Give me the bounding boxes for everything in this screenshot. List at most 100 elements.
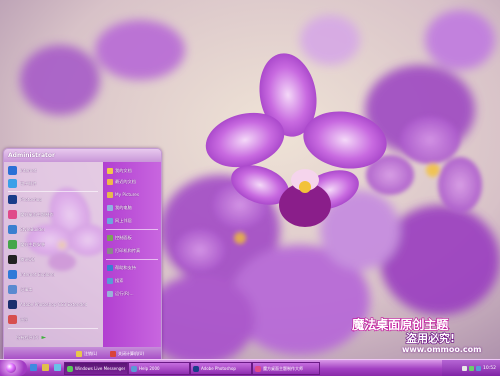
network-icon (107, 217, 113, 224)
notepad-icon (8, 285, 17, 294)
user-name: Administrator (4, 149, 161, 162)
messenger-icon (67, 365, 73, 372)
menu-item-label: StyleBuilder (20, 227, 46, 232)
start-orb-icon (6, 363, 16, 373)
photoshop-task-icon (193, 365, 199, 372)
task-label: Adobe Photoshop (201, 366, 236, 371)
theme-task-icon (255, 365, 261, 372)
taskbar: Windows Live Messenger Help 2000 Adobe P… (0, 359, 500, 376)
menu-item-label: 打印机和传真 (115, 247, 141, 253)
menu-item-label: 帮助和支持 (115, 264, 136, 270)
computer-icon (107, 204, 113, 211)
all-programs-button[interactable]: 所有程序(P) ► (8, 332, 100, 343)
system-tray: 10:52 (442, 360, 500, 376)
menu-item-label: 运行(R)... (115, 290, 134, 296)
menu-item-label: 搜索 (115, 277, 124, 283)
all-programs-label: 所有程序(P) (16, 334, 39, 340)
divider (8, 191, 98, 192)
logoff-label: 注销(L) (84, 350, 98, 356)
places-panel: 我的文档 最近的文档 My Pictures 我的电脑 网上邻居 控制面板 打印… (103, 162, 161, 347)
menu-item-label: Photoshop (20, 197, 43, 202)
menu-item-search[interactable]: 搜索 (107, 275, 159, 286)
photoshop-icon (8, 195, 17, 204)
menu-item-qq[interactable]: 腾讯QQ (8, 254, 100, 265)
menu-item-email[interactable]: 电子邮件 (8, 178, 100, 189)
taskbar-button-messenger[interactable]: Windows Live Messenger (64, 362, 128, 375)
qq-icon (8, 255, 17, 264)
menu-item-label: 网上邻居 (115, 217, 132, 223)
menu-item-printers[interactable]: 打印机和传真 (107, 245, 159, 256)
taskbar-button-photoshop[interactable]: Adobe Photoshop (190, 362, 252, 375)
install-icon (8, 240, 17, 249)
menu-item-theme-maker[interactable]: 魔方桌面主题制作 (8, 209, 100, 220)
paint-icon (8, 315, 17, 324)
documents-icon (107, 167, 113, 174)
menu-item-paint[interactable]: 画图 (8, 314, 100, 325)
menu-item-internet-explorer[interactable]: Internet Explorer (8, 269, 100, 280)
show-desktop-icon[interactable] (42, 364, 49, 371)
watermark-url: www.ommoo.com (402, 345, 482, 354)
menu-item-label: 记事本 (20, 286, 33, 292)
printer-icon (107, 247, 113, 254)
power-icon (110, 350, 116, 357)
menu-item-label: 画图 (20, 316, 29, 322)
search-icon (107, 277, 113, 284)
menu-item-my-documents[interactable]: 我的文档 (107, 165, 159, 176)
menu-item-label: 魔方桌面主题制作 (20, 211, 54, 217)
menu-item-my-pictures[interactable]: My Pictures (107, 189, 159, 200)
browser-icon[interactable] (30, 364, 37, 371)
logoff-icon (76, 350, 82, 357)
start-menu: Administrator Internet 电子邮件 Photoshop 魔方… (3, 148, 162, 361)
menu-item-label: 控制面板 (115, 234, 132, 240)
network-tray-icon[interactable] (469, 365, 475, 371)
divider (106, 259, 158, 260)
menu-item-label: 我的电脑 (115, 204, 132, 210)
watermark-subtitle: 盗用必究! (405, 331, 456, 345)
menu-item-run[interactable]: 运行(R)... (107, 288, 159, 299)
task-label: Windows Live Messenger (75, 366, 126, 371)
help-icon (107, 264, 113, 271)
recent-docs-icon (107, 178, 113, 185)
menu-item-label: 我的文档 (115, 167, 132, 173)
menu-item-label: Internet Explorer (20, 272, 56, 277)
mail-icon (8, 179, 17, 188)
menu-item-photoshop-cs3[interactable]: Adobe Photoshop CS3 Extended (8, 299, 100, 310)
menu-item-control-panel[interactable]: 控制面板 (107, 232, 159, 243)
media-player-icon[interactable] (54, 364, 61, 371)
menu-item-network[interactable]: 网上邻居 (107, 215, 159, 226)
run-icon (107, 290, 113, 297)
start-button[interactable] (0, 360, 27, 376)
divider (106, 229, 158, 230)
stylebuilder-icon (8, 225, 17, 234)
menu-item-stylebuilder[interactable]: StyleBuilder (8, 224, 100, 235)
logoff-button[interactable]: 注销(L) (76, 349, 97, 358)
menu-item-recent-documents[interactable]: 最近的文档 (107, 176, 159, 187)
menu-item-my-computer[interactable]: 我的电脑 (107, 202, 159, 213)
shutdown-label: 关闭计算机(U) (118, 350, 145, 356)
task-label: 魔方桌面主题制作大师 (263, 365, 303, 371)
menu-item-label: 电子邮件 (20, 180, 37, 186)
volume-icon[interactable] (462, 365, 468, 371)
clock[interactable]: 10:52 (483, 366, 496, 371)
divider (8, 328, 98, 329)
menu-item-label: 最近的文档 (115, 178, 136, 184)
menu-item-notepad[interactable]: 记事本 (8, 284, 100, 295)
messenger-tray-icon[interactable] (476, 365, 482, 371)
menu-item-internet[interactable]: Internet (8, 165, 100, 176)
taskbar-button-help[interactable]: Help 2000 (128, 362, 190, 375)
pinned-programs-panel: Internet 电子邮件 Photoshop 魔方桌面主题制作 StyleBu… (4, 162, 103, 347)
menu-item-label: Internet (20, 168, 37, 173)
menu-item-help[interactable]: 帮助和支持 (107, 262, 159, 273)
menu-item-theme-install[interactable]: 魔方主题安装 (8, 239, 100, 250)
menu-item-label: My Pictures (115, 192, 140, 197)
control-panel-icon (107, 234, 113, 241)
shutdown-button[interactable]: 关闭计算机(U) (110, 349, 144, 358)
ie-icon (8, 270, 17, 279)
taskbar-button-theme-maker[interactable]: 魔方桌面主题制作大师 (252, 362, 320, 375)
help-window-icon (131, 365, 137, 372)
menu-item-photoshop[interactable]: Photoshop (8, 194, 100, 205)
theme-icon (8, 210, 17, 219)
task-label: Help 2000 (139, 366, 160, 371)
quick-launch (30, 364, 63, 371)
menu-item-label: 腾讯QQ (20, 256, 35, 262)
